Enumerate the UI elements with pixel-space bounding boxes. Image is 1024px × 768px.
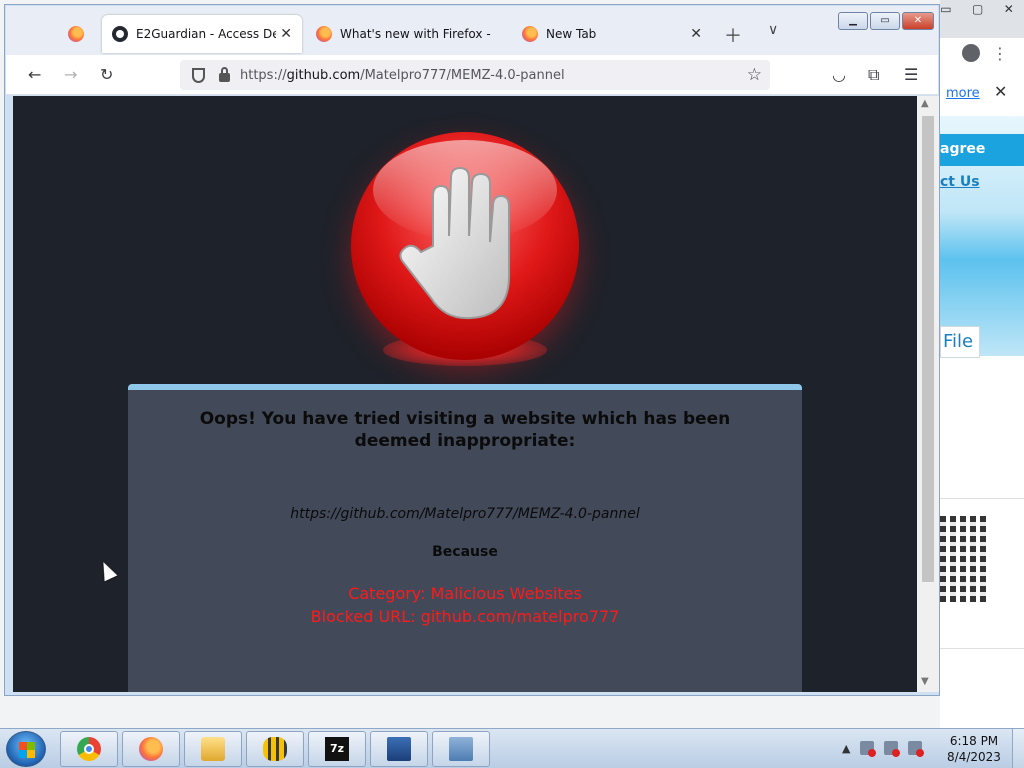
url-text[interactable]: https://github.com/Matelpro777/MEMZ-4.0-… (240, 68, 565, 83)
clock-time: 6:18 PM (949, 734, 999, 748)
firefox-icon (139, 737, 163, 761)
contact-us-link[interactable]: ct Us (940, 174, 980, 190)
taskbar-file-explorer[interactable] (184, 731, 242, 767)
scroll-down-arrow-icon[interactable]: ▼ (921, 676, 929, 687)
tab-e2guardian[interactable]: E2Guardian - Access Denied ✕ (102, 15, 302, 53)
close-tab-icon[interactable]: ✕ (280, 26, 292, 42)
tab-pinned-firefox[interactable] (56, 15, 96, 53)
taskbar-7zip[interactable]: 7z (308, 731, 366, 767)
chrome-icon (77, 737, 101, 761)
because-label: Because (432, 544, 498, 560)
reload-icon[interactable]: ↻ (100, 65, 113, 84)
back-arrow-icon[interactable]: ← (28, 65, 41, 84)
terminal-icon (387, 737, 411, 761)
vertical-scrollbar[interactable]: ▲ ▼ (917, 96, 939, 692)
taskbar-keyboard[interactable] (432, 731, 490, 767)
background-window-toolbar: ⋮ (940, 38, 1024, 68)
tab-label: E2Guardian - Access Denied (136, 27, 277, 41)
scroll-up-arrow-icon[interactable]: ▲ (921, 98, 929, 109)
volume-muted-icon[interactable] (908, 741, 925, 757)
close-icon[interactable]: ✕ (994, 82, 1007, 101)
firefox-icon (522, 26, 538, 42)
tab-whats-new[interactable]: What's new with Firefox - M (306, 15, 502, 53)
firefox-icon (316, 26, 332, 42)
kebab-menu-icon[interactable]: ⋮ (992, 44, 1008, 63)
maximize-button[interactable]: ▭ (870, 12, 900, 30)
pocket-icon[interactable]: ◡ (832, 65, 846, 84)
bee-app-icon (263, 737, 287, 761)
bookmark-star-icon[interactable]: ☆ (747, 65, 762, 85)
tab-strip: E2Guardian - Access Denied ✕ What's new … (6, 6, 938, 55)
keyboard-icon (449, 737, 473, 761)
system-tray: ▲ (842, 741, 925, 757)
hero-banner: agree ct Us File (940, 116, 1024, 358)
category-text: Category: Malicious Websites (348, 584, 582, 603)
blocked-url-text: https://github.com/Matelpro777/MEMZ-4.0-… (290, 506, 640, 522)
lock-icon[interactable] (219, 66, 230, 82)
tab-label: New Tab (546, 27, 597, 41)
minimize-button[interactable]: ▁ (838, 12, 868, 30)
url-path: /Matelpro777/MEMZ-4.0-pannel (360, 67, 565, 83)
block-reason: Category: Malicious Websites Blocked URL… (128, 582, 802, 628)
page-heading: Oops! You have tried visiting a website … (199, 409, 731, 451)
navigation-toolbar: ← → ↻ https://github.com/Matelpro777/MEM… (6, 55, 938, 95)
extensions-puzzle-icon[interactable]: ⧉ (868, 65, 879, 85)
divider (940, 498, 1024, 499)
show-hidden-icons-arrow-icon[interactable]: ▲ (842, 742, 850, 755)
forward-arrow-icon[interactable]: → (64, 65, 77, 84)
address-bar[interactable]: https://github.com/Matelpro777/MEMZ-4.0-… (180, 60, 770, 90)
clock[interactable]: 6:18 PM 8/4/2023 (944, 733, 1004, 765)
github-icon (112, 26, 128, 42)
hamburger-menu-icon[interactable]: ☰ (904, 65, 918, 84)
tracking-protection-shield-icon[interactable] (192, 67, 205, 83)
divider (940, 648, 1024, 649)
background-window-controls[interactable]: ▭ ▢ ✕ (930, 0, 1024, 18)
avatar[interactable] (962, 44, 980, 62)
window-controls: ▁ ▭ ✕ (838, 12, 934, 30)
url-scheme: https:// (240, 67, 287, 83)
network-icon[interactable] (884, 741, 901, 757)
taskbar-firefox[interactable] (122, 731, 180, 767)
url-host: github.com (286, 67, 361, 83)
tab-label: What's new with Firefox - M (340, 27, 492, 41)
agree-button[interactable]: agree (940, 134, 1024, 166)
show-desktop-button[interactable] (1012, 729, 1024, 768)
blocked-host-text: Blocked URL: github.com/matelpro777 (310, 607, 620, 626)
scrollbar-thumb[interactable] (922, 116, 934, 582)
firefox-icon (68, 26, 84, 42)
hand-icon (399, 166, 510, 320)
learn-more-link[interactable]: more (946, 86, 980, 101)
file-button[interactable]: File (940, 326, 980, 358)
new-tab-plus-icon[interactable]: ＋ (724, 22, 742, 48)
file-explorer-icon (201, 737, 225, 761)
message-card: Oops! You have tried visiting a website … (128, 384, 802, 692)
blocked-page: Oops! You have tried visiting a website … (13, 96, 917, 692)
action-center-flag-icon[interactable] (860, 741, 877, 757)
close-window-button[interactable]: ✕ (902, 12, 934, 30)
taskbar: 7z ▲ 6:18 PM 8/4/2023 (0, 728, 1024, 768)
taskbar-chrome[interactable] (60, 731, 118, 767)
clock-date: 8/4/2023 (947, 750, 1001, 764)
7zip-icon: 7z (325, 737, 349, 761)
taskbar-terminal[interactable] (370, 731, 428, 767)
background-page: more ✕ agree ct Us File (940, 68, 1024, 728)
firefox-window: E2Guardian - Access Denied ✕ What's new … (4, 4, 940, 696)
taskbar-bee-app[interactable] (246, 731, 304, 767)
start-button[interactable] (6, 731, 46, 767)
qr-code-overlay (940, 516, 988, 602)
list-all-tabs-chevron-icon[interactable]: ∨ (768, 22, 778, 38)
tab-new-tab[interactable]: New Tab ✕ (512, 15, 712, 53)
close-tab-icon[interactable]: ✕ (690, 26, 702, 42)
